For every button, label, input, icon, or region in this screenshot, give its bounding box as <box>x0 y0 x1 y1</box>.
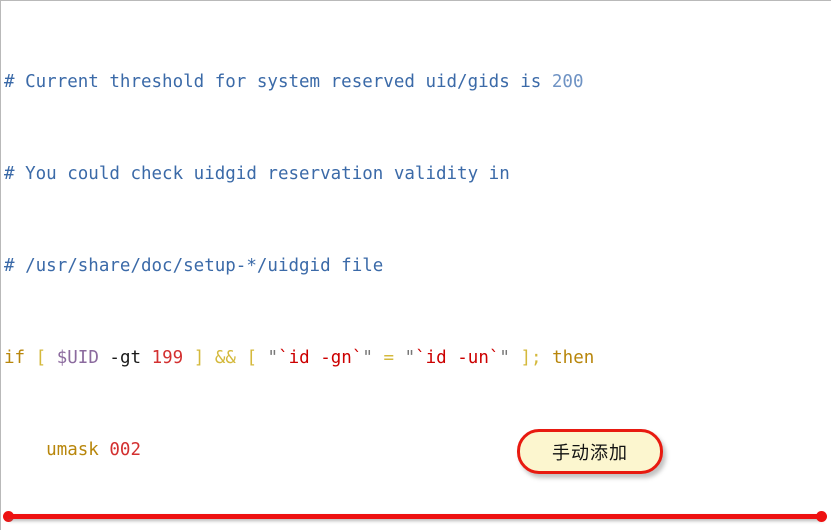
number-002-5: 002 <box>109 440 141 460</box>
annotation-callout-label: 手动添加 <box>552 442 628 464</box>
annotation-underline-cap-right <box>816 511 827 522</box>
bracket-close-4: ] <box>193 348 205 368</box>
comment-body-3: /usr/share/doc/setup-*/uidgid file <box>14 256 384 276</box>
comment-hash-1: # <box>4 72 15 92</box>
op-gt-4: -gt <box>98 348 152 368</box>
code-line-2[interactable]: # You could check uidgid reservation val… <box>1 163 831 186</box>
comment-body-1: Current threshold for system reserved ui… <box>14 72 552 92</box>
kw-then-4: then <box>552 348 595 368</box>
code-line-4[interactable]: if [ $UID -gt 199 ] && [ "`id -gn`" = "`… <box>1 347 831 370</box>
comment-hash-2: # <box>4 164 15 184</box>
code-line-1[interactable]: # Current threshold for system reserved … <box>1 71 831 94</box>
code-line-3[interactable]: # /usr/share/doc/setup-*/uidgid file <box>1 255 831 278</box>
annotation-underline-bar <box>8 514 822 519</box>
quote-2-4: " <box>362 348 373 368</box>
var-uid-4: $UID <box>56 348 99 368</box>
bracket-open-4: [ <box>35 348 47 368</box>
op-eq-4: = <box>383 348 395 368</box>
kw-if-4: if <box>4 348 26 368</box>
comment-body-2: You could check uidgid reservation valid… <box>14 164 510 184</box>
code-editor-screenshot: # Current threshold for system reserved … <box>0 0 831 530</box>
annotation-underline <box>3 511 827 523</box>
bracket-close2-4: ] <box>520 348 532 368</box>
cmd-umask-5: umask <box>46 440 99 460</box>
quote-1-4: " <box>267 348 279 368</box>
bracket-open2-4: [ <box>246 348 257 368</box>
semicolon-4: ; <box>531 348 542 368</box>
quote-3-4: " <box>404 348 416 368</box>
backtick-cmd-1-4: `id -gn` <box>278 348 363 368</box>
code-line-5[interactable]: umask 002 <box>1 439 831 462</box>
number-199-4: 199 <box>151 348 184 368</box>
annotation-callout-box: 手动添加 <box>517 429 663 474</box>
backtick-cmd-2-4: `id -un` <box>415 348 500 368</box>
code-area[interactable]: # Current threshold for system reserved … <box>1 2 831 530</box>
quote-4-4: " <box>499 348 510 368</box>
comment-hash-3: # <box>4 256 15 276</box>
comment-number-1: 200 <box>551 72 584 92</box>
op-and-4: && <box>214 348 236 368</box>
